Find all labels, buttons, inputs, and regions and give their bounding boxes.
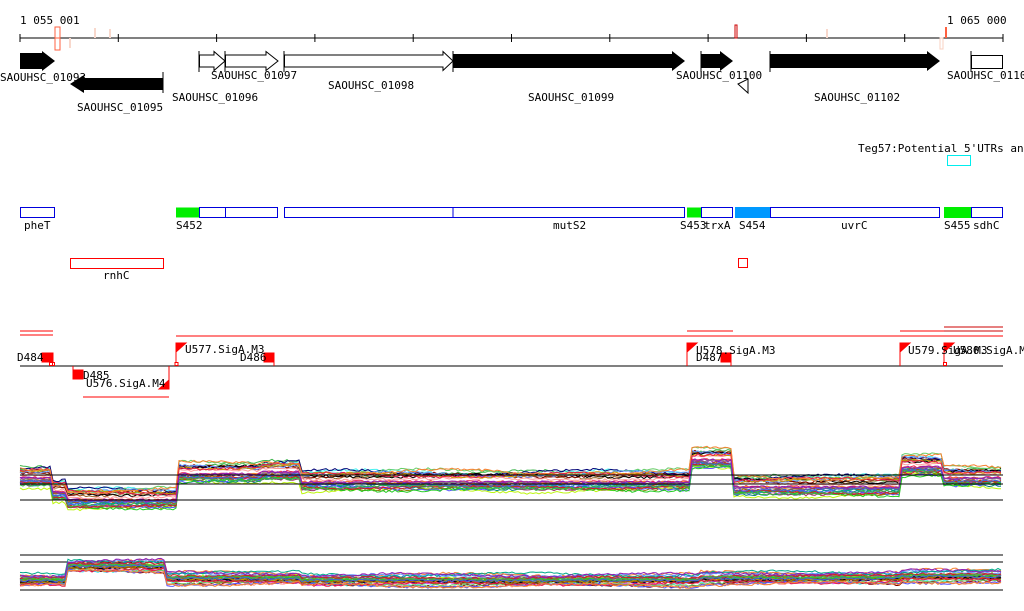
terminator-D484[interactable]: [41, 352, 54, 363]
feature-mutS2[interactable]: [284, 207, 685, 218]
teg57-label: Teg57:Potential 5'UTRs and 3: [858, 142, 1024, 155]
feature-S455[interactable]: [944, 207, 971, 218]
gene-SAOUHSC_01095[interactable]: SAOUHSC_01095: [70, 72, 164, 114]
label-trxA: trxA: [704, 219, 731, 232]
svg-text:SAOUHSC_01102: SAOUHSC_01102: [814, 91, 900, 104]
feature-S454[interactable]: [735, 207, 770, 218]
marker: [94, 28, 96, 38]
gene-SAOUHSC_01103[interactable]: SAOUHSC_01103: [947, 51, 1024, 82]
svg-text:SAOUHSC_01096: SAOUHSC_01096: [172, 91, 258, 104]
genome-browser-view: 1 055 001 1 065 000 SAOUHSC_01093 SAOUHS…: [0, 0, 1024, 611]
gene-SAOUHSC_01100[interactable]: SAOUHSC_01100: [676, 51, 762, 82]
feature-rnhC[interactable]: [70, 258, 164, 269]
label-sdhC: sdhC: [973, 219, 1000, 232]
teg57-feature[interactable]: [947, 155, 971, 166]
label-mutS2: mutS2: [553, 219, 586, 232]
marker: [54, 26, 61, 39]
svg-text:SAOUHSC_01099: SAOUHSC_01099: [528, 91, 614, 104]
signal-track: D484 D485 U576.SigA.M4 U577.SigA.M3 D486…: [17, 326, 1024, 398]
marker: [945, 27, 947, 38]
annotation-track: [20, 207, 1003, 218]
marker: [54, 37, 61, 51]
label-U576: U576.SigA.M4: [86, 377, 166, 390]
marker: [734, 24, 738, 39]
label-S452: S452: [176, 219, 203, 232]
label-D484: D484: [17, 351, 44, 364]
label-S453: S453: [680, 219, 707, 232]
svg-text:SAOUHSC_01103: SAOUHSC_01103: [947, 69, 1024, 82]
ruler: 1 055 001 1 065 000: [19, 14, 1007, 51]
marker: [69, 38, 71, 48]
label-S454: S454: [739, 219, 766, 232]
label-U580: U580.SigA.M4: [953, 344, 1024, 357]
feature-small[interactable]: [738, 258, 748, 268]
marker: [939, 37, 944, 50]
label-rnhC: rnhC: [103, 269, 130, 282]
feature-S453[interactable]: [687, 207, 701, 218]
feature-box[interactable]: [225, 207, 278, 218]
feature-uvrC[interactable]: [770, 207, 940, 218]
feature-S452[interactable]: [176, 207, 199, 218]
label-pheT: pheT: [24, 219, 51, 232]
gene-track: SAOUHSC_01093 SAOUHSC_01095 SAOUHSC_0109…: [0, 50, 1024, 114]
feature-pheT[interactable]: [20, 207, 55, 218]
svg-text:SAOUHSC_01095: SAOUHSC_01095: [77, 101, 163, 114]
gene-SAOUHSC_01102[interactable]: SAOUHSC_01102: [769, 51, 940, 104]
label-D487: D487: [696, 351, 723, 364]
label-S455: S455: [944, 219, 971, 232]
label-D486: D486: [240, 351, 267, 364]
ruler-start-label: 1 055 001: [20, 14, 80, 27]
gene-SAOUHSC_01093[interactable]: SAOUHSC_01093: [0, 51, 86, 84]
gene-SAOUHSC_01098[interactable]: SAOUHSC_01098: [283, 50, 454, 92]
expression-track-2: [19, 554, 1003, 591]
feature-trxA[interactable]: [701, 207, 733, 218]
feature-box[interactable]: [199, 207, 226, 218]
gene-SAOUHSC_01099[interactable]: SAOUHSC_01099: [452, 51, 685, 104]
expression-track-1: [19, 445, 1003, 512]
genome-tracks: 1 055 001 1 065 000 SAOUHSC_01093 SAOUHS…: [0, 14, 1024, 591]
marker: [109, 29, 111, 38]
svg-text:SAOUHSC_01098: SAOUHSC_01098: [328, 79, 414, 92]
marker: [826, 29, 828, 38]
label-uvrC: uvrC: [841, 219, 868, 232]
ruler-end-label: 1 065 000: [947, 14, 1007, 27]
terminator-D485[interactable]: [72, 369, 84, 380]
svg-text:SAOUHSC_01100: SAOUHSC_01100: [676, 69, 762, 82]
feature-sdhC[interactable]: [971, 207, 1003, 218]
